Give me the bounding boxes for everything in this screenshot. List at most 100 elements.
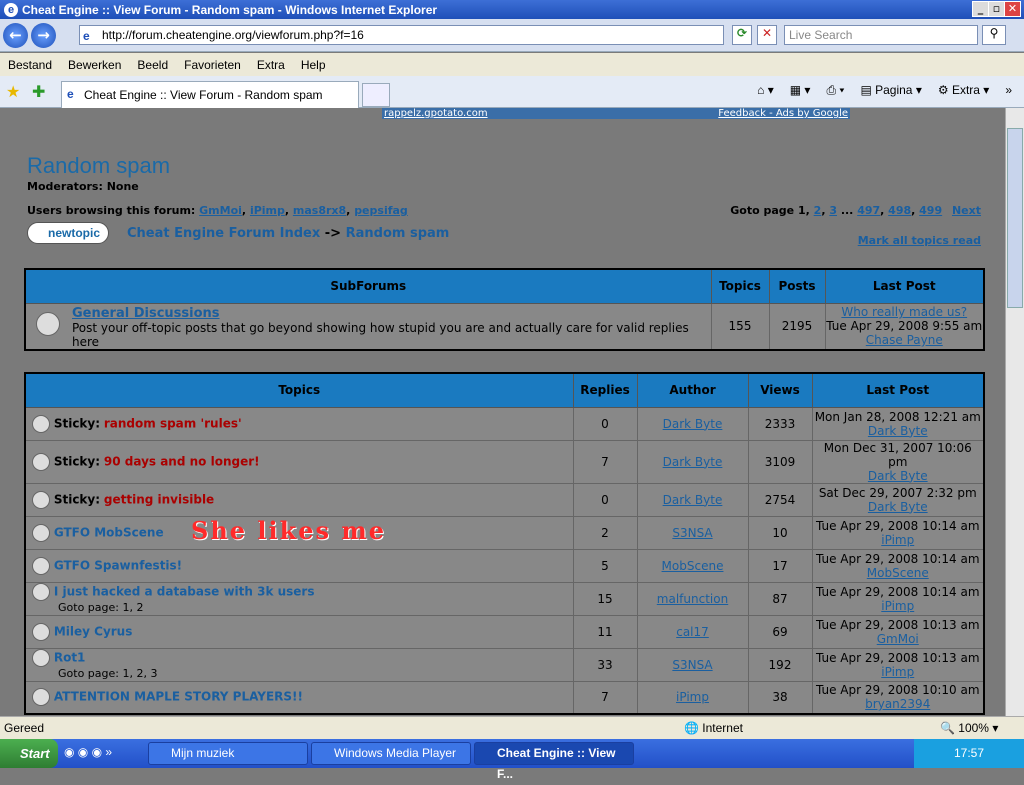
topic-last-user-link[interactable]: GmMoi (877, 632, 919, 646)
extra-menu[interactable]: ⚙ Extra ▾ (938, 83, 989, 98)
minimize-button[interactable]: _ (972, 1, 989, 17)
extra-menu-label: Extra (951, 83, 980, 97)
topic-last-date: Tue Apr 29, 2008 10:14 am (815, 551, 980, 566)
topic-last-user-link[interactable]: iPimp (881, 599, 914, 613)
topic-last-date: Tue Apr 29, 2008 10:13 am (815, 650, 980, 665)
topic-author-link[interactable]: Dark Byte (663, 417, 723, 431)
tab-active[interactable]: e Cheat Engine :: View Forum - Random spa… (61, 81, 359, 108)
user-link[interactable]: mas8rx8 (293, 204, 346, 217)
menu-bewerken[interactable]: Bewerken (60, 58, 129, 72)
breadcrumb-index[interactable]: Cheat Engine Forum Index (127, 226, 320, 241)
topic-author-link[interactable]: MobScene (662, 559, 724, 573)
menu-bestand[interactable]: Bestand (0, 58, 60, 72)
ad-feedback-link[interactable]: Feedback - Ads by Google (718, 108, 848, 119)
breadcrumb-current[interactable]: Random spam (346, 226, 450, 241)
feeds-icon[interactable]: ▦ ▾ (790, 83, 811, 98)
home-icon[interactable]: ⌂ ▾ (757, 83, 774, 98)
tab-site-icon: e (67, 87, 74, 101)
print-icon[interactable]: ⎙ ▾ (826, 83, 844, 98)
topic-last-user-link[interactable]: iPimp (881, 665, 914, 679)
topic-replies: 5 (572, 548, 638, 583)
topic-author-link[interactable]: S3NSA (672, 658, 712, 672)
topic-link[interactable]: Rot1 (54, 651, 86, 665)
search-input[interactable]: Live Search (784, 25, 978, 45)
scrollbar-thumb[interactable] (1007, 128, 1023, 308)
user-link[interactable]: pepsifag (354, 204, 408, 217)
menu-beeld[interactable]: Beeld (129, 58, 176, 72)
vertical-scrollbar[interactable] (1005, 108, 1024, 716)
page-link[interactable]: 499 (919, 204, 942, 217)
task-media-player[interactable]: Windows Media Player (311, 742, 471, 765)
add-favorite-icon[interactable]: ✚ (32, 82, 45, 101)
next-page-link[interactable]: Next (952, 204, 981, 217)
stop-icon[interactable]: ✕ (757, 25, 777, 45)
page-link[interactable]: 498 (888, 204, 911, 217)
topic-replies: 7 (572, 439, 638, 484)
pagination: Goto page 1, 2, 3 ... 497, 498, 499 Next (730, 204, 981, 217)
new-topic-button[interactable]: newtopic (27, 222, 109, 244)
page-title[interactable]: Random spam (27, 153, 170, 179)
zoom-control[interactable]: 🔍 100% ▾ (940, 717, 998, 739)
menu-favorieten[interactable]: Favorieten (176, 58, 249, 72)
topic-goto[interactable]: Goto page: 1, 2 (58, 601, 573, 614)
topic-goto[interactable]: Goto page: 1, 2, 3 (58, 667, 573, 680)
topic-icon (32, 414, 50, 433)
user-link[interactable]: iPimp (250, 204, 285, 217)
page-link[interactable]: 497 (857, 204, 880, 217)
close-button[interactable]: ✕ (1004, 1, 1021, 17)
topic-link[interactable]: getting invisible (104, 492, 214, 506)
topic-link[interactable]: ATTENTION MAPLE STORY PLAYERS!! (54, 690, 303, 704)
command-bar: ⌂ ▾ ▦ ▾ ⎙ ▾ ▤ Pagina ▾ ⚙ Extra ▾ » (757, 83, 1012, 98)
topic-last-user-link[interactable]: Dark Byte (868, 424, 928, 438)
page-menu[interactable]: ▤ Pagina ▾ (860, 83, 921, 98)
topic-author-link[interactable]: cal17 (676, 625, 709, 639)
topic-author-link[interactable]: Dark Byte (663, 455, 723, 469)
page-content: rappelz.gpotato.com Feedback - Ads by Go… (0, 108, 1005, 716)
forward-button[interactable]: → (31, 23, 56, 48)
more-chevron-icon[interactable]: » (1005, 83, 1012, 98)
menu-extra[interactable]: Extra (249, 58, 293, 72)
favorites-star-icon[interactable]: ★ (6, 82, 20, 101)
topic-link[interactable]: 90 days and no longer! (104, 454, 260, 468)
page-link[interactable]: 2 (814, 204, 822, 217)
topic-last-user-link[interactable]: bryan2394 (865, 697, 930, 711)
topic-views: 69 (747, 614, 813, 649)
url-input[interactable]: e http://forum.cheatengine.org/viewforum.… (79, 25, 724, 45)
topic-last-user-link[interactable]: Dark Byte (868, 500, 928, 514)
quicklaunch-icons[interactable]: ◉ ◉ ◉ » (64, 745, 112, 759)
task-mijn-muziek[interactable]: Mijn muziek (148, 742, 308, 765)
sticky-label: Sticky: (53, 416, 101, 430)
subforum-link[interactable]: General Discussions (26, 306, 711, 321)
taskbar: Start ◉ ◉ ◉ » Mijn muziek Windows Media … (0, 739, 1024, 781)
topic-link[interactable]: GTFO MobScene (54, 525, 164, 539)
search-icon[interactable]: ⚲ (982, 25, 1006, 45)
refresh-icon[interactable]: ⟳ (732, 25, 752, 45)
topic-author-link[interactable]: S3NSA (672, 526, 712, 540)
ad-link[interactable]: rappelz.gpotato.com (384, 108, 488, 119)
new-tab-button[interactable] (362, 83, 390, 107)
topic-views: 2333 (747, 406, 813, 441)
topic-author-link[interactable]: Dark Byte (663, 493, 723, 507)
topic-link[interactable]: I just hacked a database with 3k users (54, 585, 315, 599)
last-post-title-link[interactable]: Who really made us? (826, 305, 984, 319)
mark-read-link[interactable]: Mark all topics read (858, 234, 981, 247)
last-post-user-link[interactable]: Chase Payne (826, 333, 984, 347)
topic-author-link[interactable]: iPimp (676, 690, 709, 704)
topic-last-user-link[interactable]: MobScene (867, 566, 929, 580)
maximize-button[interactable]: ▫ (988, 1, 1005, 17)
start-button[interactable]: Start (0, 739, 58, 768)
topic-last-user-link[interactable]: Dark Byte (868, 469, 928, 483)
menu-help[interactable]: Help (293, 58, 334, 72)
topic-author-link[interactable]: malfunction (657, 592, 728, 606)
back-button[interactable]: ← (3, 23, 28, 48)
topic-last-user-link[interactable]: iPimp (881, 533, 914, 547)
task-label: Windows Media Player (334, 746, 457, 760)
task-cheat-engine[interactable]: Cheat Engine :: View F... (474, 742, 634, 781)
user-link[interactable]: GmMoi (199, 204, 242, 217)
topic-icon (32, 556, 50, 575)
topic-link[interactable]: random spam 'rules' (104, 416, 242, 430)
topic-link[interactable]: Miley Cyrus (54, 624, 133, 638)
topic-link[interactable]: GTFO Spawnfestis! (54, 558, 182, 572)
col-replies: Replies (572, 372, 638, 408)
page-link[interactable]: 3 (829, 204, 837, 217)
